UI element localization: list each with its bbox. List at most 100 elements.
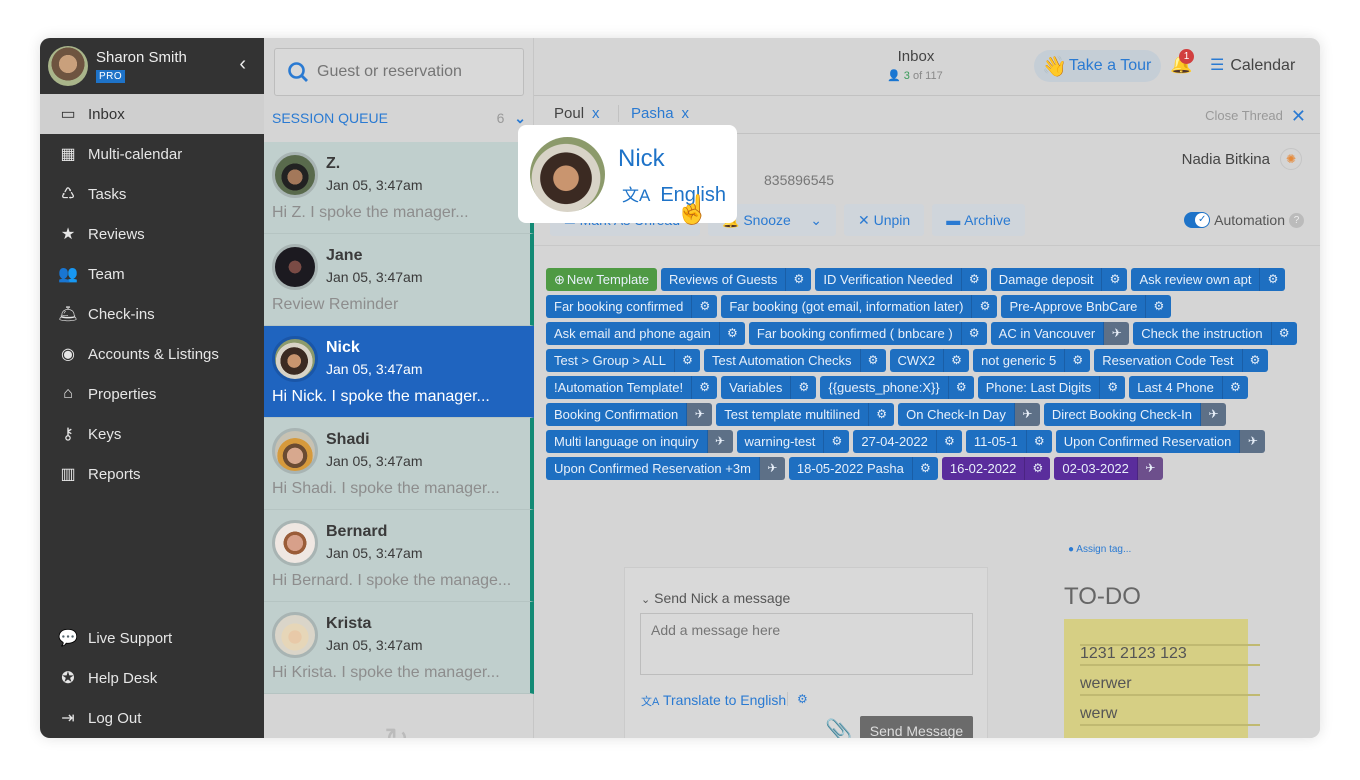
template-chip[interactable]: not generic 5 ⚙ bbox=[973, 349, 1091, 372]
template-chip[interactable]: 27-04-2022 ⚙ bbox=[853, 430, 962, 453]
template-chip[interactable]: !Automation Template! ⚙ bbox=[546, 376, 718, 399]
guest-language-link[interactable]: 文A English bbox=[622, 181, 726, 207]
gear-icon[interactable]: ⚙ bbox=[1025, 430, 1052, 453]
close-tab-icon[interactable]: x bbox=[682, 105, 690, 122]
todo-item[interactable]: werw bbox=[1080, 705, 1260, 726]
template-chip[interactable]: Booking Confirmation ✈ bbox=[546, 403, 713, 426]
gear-icon[interactable]: ⚙ bbox=[1270, 322, 1297, 345]
gear-icon[interactable]: ⚙ bbox=[785, 268, 812, 291]
sidebar-item-reports[interactable]: ▥ Reports bbox=[40, 454, 264, 494]
template-chip[interactable]: 02-03-2022 ✈ bbox=[1054, 457, 1163, 480]
sidebar-item-help-desk[interactable]: ✪ Help Desk bbox=[40, 658, 264, 698]
sidebar-item-check-ins[interactable]: 🛎 Check-ins bbox=[40, 294, 264, 334]
plane-icon[interactable]: ✈ bbox=[1136, 457, 1163, 480]
search-input[interactable] bbox=[317, 63, 507, 81]
template-chip[interactable]: Far booking (got email, information late… bbox=[721, 295, 998, 318]
template-chip[interactable]: Upon Confirmed Reservation +3m ✈ bbox=[546, 457, 785, 480]
sidebar-item-reviews[interactable]: ★ Reviews bbox=[40, 214, 264, 254]
gear-icon[interactable]: ⚙ bbox=[859, 349, 886, 372]
new-template-button[interactable]: ⊕ New Template bbox=[546, 268, 658, 291]
gear-icon[interactable]: ⚙ bbox=[911, 457, 938, 480]
session-queue-header[interactable]: SESSION QUEUE 6 ⌄ bbox=[272, 110, 526, 127]
template-chip[interactable]: Reviews of Guests ⚙ bbox=[661, 268, 812, 291]
paperclip-icon[interactable]: 📎 bbox=[825, 718, 852, 738]
plane-icon[interactable]: ✈ bbox=[686, 403, 713, 426]
template-chip[interactable]: Damage deposit ⚙ bbox=[990, 268, 1128, 291]
template-chip[interactable]: CWX2 ⚙ bbox=[889, 349, 970, 372]
sidebar-item-log-out[interactable]: ⇥ Log Out bbox=[40, 698, 264, 738]
close-thread-button[interactable]: Close Thread ✕ bbox=[1205, 106, 1306, 127]
conversation-item[interactable]: Krista Jan 05, 3:47am Hi Krista. I spoke t… bbox=[264, 602, 534, 694]
help-icon[interactable]: ? bbox=[1289, 212, 1304, 228]
chevron-down-icon[interactable]: ⌄ bbox=[810, 212, 822, 229]
template-chip[interactable]: Pre-Approve BnbCare ⚙ bbox=[1001, 295, 1172, 318]
template-chip[interactable]: Test > Group > ALL ⚙ bbox=[546, 349, 701, 372]
message-input[interactable] bbox=[640, 613, 973, 675]
template-chip[interactable]: Far booking confirmed ⚙ bbox=[546, 295, 718, 318]
gear-icon[interactable]: ⚙ bbox=[935, 430, 962, 453]
gear-icon[interactable]: ⚙ bbox=[1221, 376, 1248, 399]
template-chip[interactable]: warning-test ⚙ bbox=[736, 430, 850, 453]
gear-icon[interactable]: ⚙ bbox=[691, 376, 718, 399]
conversation-item[interactable]: Jane Jan 05, 3:47am Review Reminder bbox=[264, 234, 534, 326]
close-tab-icon[interactable]: x bbox=[592, 105, 600, 122]
plane-icon[interactable]: ✈ bbox=[1200, 403, 1227, 426]
template-chip[interactable]: Last 4 Phone ⚙ bbox=[1129, 376, 1248, 399]
plane-icon[interactable]: ✈ bbox=[706, 430, 733, 453]
conversation-item[interactable]: Z. Jan 05, 3:47am Hi Z. I spoke the manage… bbox=[264, 142, 534, 234]
sidebar-item-properties[interactable]: ⌂ Properties bbox=[40, 374, 264, 414]
template-chip[interactable]: Far booking confirmed ( bnbcare ) ⚙ bbox=[748, 322, 987, 345]
conversation-item-selected[interactable]: Nick Jan 05, 3:47am Hi Nick. I spoke the m… bbox=[264, 326, 534, 418]
refresh-icon[interactable]: ↻ bbox=[384, 722, 409, 738]
sidebar-item-keys[interactable]: ⚷ Keys bbox=[40, 414, 264, 454]
automation-toggle[interactable] bbox=[1184, 212, 1211, 228]
template-chip[interactable]: Ask review own apt ⚙ bbox=[1131, 268, 1286, 291]
take-a-tour-button[interactable]: 👋 Take a Tour bbox=[1034, 50, 1162, 82]
user-profile[interactable]: Sharon Smith PRO ‹ bbox=[40, 38, 264, 94]
template-chip[interactable]: AC in Vancouver ✈ bbox=[990, 322, 1130, 345]
gear-icon[interactable]: ⚙ bbox=[1099, 376, 1126, 399]
plane-icon[interactable]: ✈ bbox=[1103, 322, 1130, 345]
gear-icon[interactable]: ⚙ bbox=[943, 349, 970, 372]
template-chip[interactable]: Test Automation Checks ⚙ bbox=[704, 349, 886, 372]
template-chip[interactable]: Ask email and phone again ⚙ bbox=[546, 322, 745, 345]
translate-button[interactable]: 文A Translate to English bbox=[641, 692, 786, 709]
template-chip[interactable]: Variables ⚙ bbox=[721, 376, 817, 399]
gear-icon[interactable]: ⚙ bbox=[674, 349, 701, 372]
archive-button[interactable]: ▬ Archive bbox=[932, 204, 1025, 236]
collapse-sidebar-icon[interactable]: ‹ bbox=[239, 53, 246, 76]
compose-title[interactable]: ⌄ Send Nick a message bbox=[641, 590, 790, 606]
gear-icon[interactable]: ⚙ bbox=[1064, 349, 1091, 372]
gear-icon[interactable]: ⚙ bbox=[868, 403, 895, 426]
notifications-button[interactable]: 🔔 1 bbox=[1170, 49, 1194, 75]
tab-pasha[interactable]: Pasha x bbox=[618, 105, 689, 122]
template-chip[interactable]: 11-05-1 ⚙ bbox=[965, 430, 1052, 453]
gear-icon[interactable]: ⚙ bbox=[823, 430, 850, 453]
gear-icon[interactable]: ⚙ bbox=[797, 692, 808, 706]
gear-icon[interactable]: ⚙ bbox=[691, 295, 718, 318]
template-chip[interactable]: Check the instruction ⚙ bbox=[1133, 322, 1297, 345]
sidebar-item-accounts-listings[interactable]: ◉ Accounts & Listings bbox=[40, 334, 264, 374]
sidebar-item-inbox[interactable]: ▭ Inbox bbox=[40, 94, 264, 134]
conversation-item[interactable]: Bernard Jan 05, 3:47am Hi Bernard. I spoke… bbox=[264, 510, 534, 602]
sidebar-item-team[interactable]: 👥 Team bbox=[40, 254, 264, 294]
gear-icon[interactable]: ⚙ bbox=[718, 322, 745, 345]
plane-icon[interactable]: ✈ bbox=[758, 457, 785, 480]
template-chip[interactable]: Direct Booking Check-In ✈ bbox=[1043, 403, 1227, 426]
template-chip[interactable]: 18-05-2022 Pasha ⚙ bbox=[788, 457, 938, 480]
plane-icon[interactable]: ✈ bbox=[1013, 403, 1040, 426]
sidebar-item-multi-calendar[interactable]: ▦ Multi-calendar bbox=[40, 134, 264, 174]
calendar-button[interactable]: ☰ Calendar bbox=[1210, 55, 1295, 75]
conversation-item[interactable]: Shadi Jan 05, 3:47am Hi Shadi. I spoke the… bbox=[264, 418, 534, 510]
gear-icon[interactable]: ⚙ bbox=[1145, 295, 1172, 318]
gear-icon[interactable]: ⚙ bbox=[1259, 268, 1286, 291]
template-chip[interactable]: {{guests_phone:X}} ⚙ bbox=[820, 376, 974, 399]
gear-icon[interactable]: ⚙ bbox=[960, 322, 987, 345]
send-message-button[interactable]: Send Message bbox=[860, 716, 973, 738]
sidebar-item-tasks[interactable]: ♺ Tasks bbox=[40, 174, 264, 214]
unpin-button[interactable]: ✕ Unpin bbox=[844, 204, 925, 236]
template-chip[interactable]: ID Verification Needed ⚙ bbox=[815, 268, 987, 291]
assign-tag-button[interactable]: ● Assign tag... bbox=[1068, 544, 1131, 555]
search-box[interactable] bbox=[274, 48, 524, 96]
template-chip[interactable]: Reservation Code Test ⚙ bbox=[1094, 349, 1268, 372]
